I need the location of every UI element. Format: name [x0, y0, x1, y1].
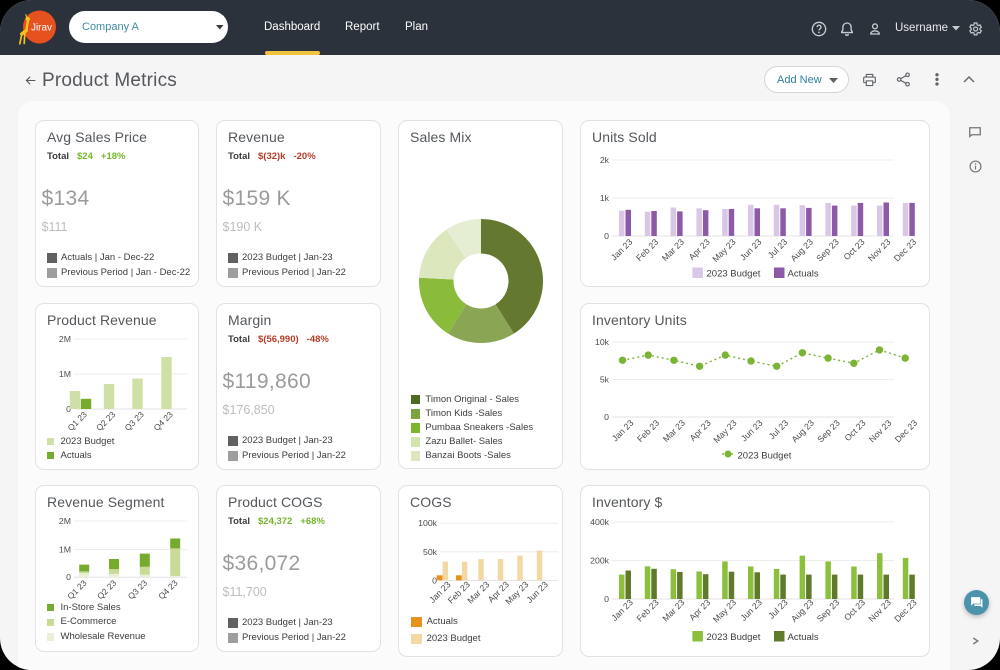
svg-text:50k: 50k — [423, 547, 438, 557]
svg-text:Sep 23: Sep 23 — [814, 237, 841, 264]
svg-text:Apr 23: Apr 23 — [687, 237, 712, 262]
svg-text:Actuals: Actuals — [788, 632, 819, 643]
svg-text:Oct 23: Oct 23 — [842, 418, 867, 443]
svg-text:Q2 23: Q2 23 — [95, 578, 119, 602]
svg-text:Apr 23: Apr 23 — [687, 597, 712, 622]
svg-text:Jun 23: Jun 23 — [739, 418, 765, 444]
svg-text:100k: 100k — [418, 518, 437, 528]
svg-text:0: 0 — [432, 575, 437, 585]
svg-text:Sep 23: Sep 23 — [815, 597, 842, 624]
svg-text:2023 Budget: 2023 Budget — [707, 269, 761, 280]
svg-text:2023 Budget: 2023 Budget — [738, 451, 792, 462]
svg-text:Sep 23: Sep 23 — [815, 418, 842, 445]
svg-text:Feb 23: Feb 23 — [634, 237, 660, 263]
svg-text:Mar 23: Mar 23 — [660, 237, 686, 263]
svg-text:May 23: May 23 — [711, 597, 738, 624]
svg-text:Q4 23: Q4 23 — [151, 409, 175, 433]
svg-text:Nov 23: Nov 23 — [867, 418, 894, 445]
svg-text:Dec 23: Dec 23 — [892, 237, 919, 264]
svg-text:Q3 23: Q3 23 — [122, 409, 146, 433]
svg-text:0: 0 — [604, 231, 609, 241]
svg-text:Q2 23: Q2 23 — [94, 409, 118, 433]
svg-text:400k: 400k — [590, 517, 609, 527]
svg-text:Jirav: Jirav — [31, 23, 52, 34]
svg-text:Feb 23: Feb 23 — [635, 418, 661, 444]
svg-text:1k: 1k — [600, 193, 610, 203]
svg-text:Mar 23: Mar 23 — [661, 418, 687, 444]
svg-text:Q4 23: Q4 23 — [156, 578, 180, 602]
svg-text:0: 0 — [604, 412, 609, 422]
svg-text:Nov 23: Nov 23 — [866, 597, 893, 624]
svg-text:Aug 23: Aug 23 — [789, 597, 816, 624]
svg-text:Actuals: Actuals — [788, 269, 819, 280]
svg-text:Oct 23: Oct 23 — [842, 597, 867, 622]
svg-text:1M: 1M — [59, 369, 71, 379]
svg-text:Apr 23: Apr 23 — [688, 418, 713, 443]
svg-text:Nov 23: Nov 23 — [866, 237, 893, 264]
svg-text:May 23: May 23 — [711, 418, 738, 445]
svg-text:Aug 23: Aug 23 — [789, 418, 816, 445]
svg-text:Jan 23: Jan 23 — [609, 237, 635, 263]
svg-text:Feb 23: Feb 23 — [635, 597, 661, 623]
svg-text:0: 0 — [604, 594, 609, 604]
svg-text:200k: 200k — [590, 556, 609, 566]
svg-text:Jun 23: Jun 23 — [524, 579, 550, 605]
svg-text:Jun 23: Jun 23 — [738, 237, 764, 263]
svg-text:Jul 23: Jul 23 — [767, 418, 791, 442]
svg-text:10k: 10k — [595, 337, 610, 347]
svg-text:5k: 5k — [600, 375, 610, 385]
svg-text:Mar 23: Mar 23 — [660, 597, 686, 623]
svg-text:0: 0 — [66, 572, 71, 582]
svg-text:Jan 23: Jan 23 — [609, 597, 635, 623]
svg-text:2023 Budget: 2023 Budget — [707, 632, 761, 643]
svg-text:Oct 23: Oct 23 — [841, 237, 866, 262]
svg-text:2k: 2k — [600, 155, 610, 165]
svg-text:May 23: May 23 — [710, 237, 737, 264]
svg-text:Dec 23: Dec 23 — [893, 418, 920, 445]
svg-text:Jul 23: Jul 23 — [766, 597, 790, 621]
svg-text:Mar 23: Mar 23 — [465, 579, 491, 605]
svg-text:Dec 23: Dec 23 — [892, 597, 919, 624]
svg-text:Jul 23: Jul 23 — [766, 237, 790, 261]
svg-text:2M: 2M — [59, 334, 71, 344]
svg-text:Jun 23: Jun 23 — [738, 597, 764, 623]
svg-text:Aug 23: Aug 23 — [788, 237, 815, 264]
svg-text:2M: 2M — [59, 516, 71, 526]
svg-text:Q3 23: Q3 23 — [126, 578, 150, 602]
svg-text:1M: 1M — [59, 545, 71, 555]
svg-text:Jan 23: Jan 23 — [610, 418, 636, 444]
